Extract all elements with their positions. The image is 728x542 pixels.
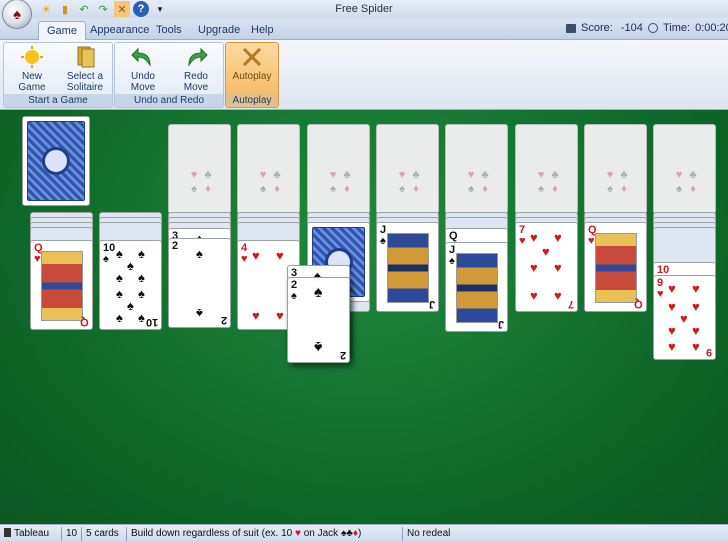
crossed-tools-icon	[242, 47, 262, 67]
group-start-game: New Game Select a Solitaire Start a Game	[3, 42, 113, 108]
card-nine-hearts[interactable]: 9 ♥ ♥ ♥ ♥ ♥ ♥ ♥ ♥ ♥ ♥ 9	[653, 275, 716, 360]
sun-icon	[21, 46, 43, 68]
jack-portrait	[387, 233, 429, 303]
score-display: Score: -104	[566, 22, 643, 34]
tab-help[interactable]: Help	[243, 21, 282, 40]
status-game-type: Tableau	[0, 526, 62, 541]
dragged-card-two-spades[interactable]: 2 ♠ ♠ ♠ 2	[287, 277, 350, 363]
foundation-slot[interactable]: ♥ ♣ ♠ ♦	[584, 124, 647, 214]
cards-icon	[77, 46, 95, 68]
window-title: Free Spider	[335, 3, 393, 15]
select-solitaire-label: Select a Solitaire	[66, 71, 104, 93]
card-jack-spades-2[interactable]: J ♠ J	[445, 242, 508, 332]
redo-move-label: Redo Move	[183, 71, 209, 93]
status-hint-pre: Build down regardless of suit (ex. 10	[131, 527, 293, 539]
card-seven-hearts[interactable]: 7 ♥ ♥ ♥ ♥ ♥ ♥ ♥ ♥ 7	[515, 222, 578, 312]
undo-move-button[interactable]: Undo Move	[117, 45, 169, 93]
status-count: 10	[62, 526, 82, 541]
autoplay-label: Autoplay	[232, 71, 272, 82]
foundation-slot[interactable]: ♥ ♣ ♠ ♦	[515, 124, 578, 214]
undo-move-label: Undo Move	[130, 71, 156, 93]
time-display: Time: 0:00:20	[648, 22, 728, 34]
status-game-label: Tableau	[14, 527, 50, 539]
foundation-slot[interactable]: ♥ ♣ ♠ ♦	[376, 124, 439, 214]
status-cards: 5 cards	[82, 526, 127, 541]
card-jack-spades[interactable]: J ♠ J	[376, 222, 439, 312]
queen-portrait	[595, 233, 637, 303]
foundation-slot[interactable]: ♥ ♣ ♠ ♦	[445, 124, 508, 214]
redo-arrow-icon	[188, 47, 208, 67]
score-label: Score:	[581, 22, 613, 34]
tableau-icon	[4, 528, 11, 538]
tab-appearance[interactable]: Appearance	[82, 21, 157, 40]
clock-icon	[648, 23, 658, 33]
new-game-label: New Game	[18, 71, 46, 93]
score-value: -104	[620, 22, 643, 34]
time-value: 0:00:20	[695, 22, 728, 34]
undo-arrow-icon	[131, 47, 151, 67]
status-hint-mid: on Jack	[303, 527, 339, 539]
autoplay-button[interactable]: Autoplay	[226, 45, 278, 82]
group-autoplay: Autoplay Autoplay	[225, 42, 279, 108]
tab-tools[interactable]: Tools	[148, 21, 190, 40]
group-autoplay-label: Autoplay	[226, 94, 278, 107]
card-ten-spades[interactable]: 10 ♠ ♠ ♠ ♠ ♠ ♠ ♠ ♠ ♠ ♠ ♠ 10	[99, 240, 162, 330]
foundation-slot[interactable]: ♥ ♣ ♠ ♦	[237, 124, 300, 214]
status-bar: Tableau 10 5 cards Build down regardless…	[0, 524, 728, 542]
foundation-slot[interactable]: ♥ ♣ ♠ ♦	[168, 124, 231, 214]
group-undo-label: Undo and Redo	[115, 94, 223, 107]
tab-upgrade[interactable]: Upgrade	[190, 21, 248, 40]
group-undo-redo: Undo Move Redo Move Undo and Redo	[114, 42, 224, 108]
group-start-label: Start a Game	[4, 94, 112, 107]
select-solitaire-button[interactable]: Select a Solitaire	[59, 45, 111, 93]
card-queen-hearts[interactable]: Q ♥ Q	[30, 240, 93, 330]
queen-portrait	[41, 251, 83, 321]
title-bar: ♠ ☀ ▮ ↶ ↷ ✕ ? ▾ Free Spider	[0, 0, 728, 29]
card-two-spades[interactable]: 2 ♠ ♠ 2	[168, 238, 231, 328]
new-game-button[interactable]: New Game	[6, 45, 58, 93]
heart-icon: ♥	[294, 527, 301, 539]
status-redeal: No redeal	[407, 527, 451, 539]
status-hint: Build down regardless of suit (ex. 10 ♥ …	[127, 526, 403, 541]
card-queen-hearts-2[interactable]: Q ♥ Q	[584, 222, 647, 312]
menu-bar: Game Appearance Tools Upgrade Help Score…	[0, 18, 728, 40]
score-icon	[566, 23, 576, 33]
foundation-slot[interactable]: ♥ ♣ ♠ ♦	[653, 124, 716, 214]
app-menu-button[interactable]: ♠	[2, 0, 32, 29]
ribbon: New Game Select a Solitaire Start a Game…	[0, 40, 728, 110]
foundation-slot[interactable]: ♥ ♣ ♠ ♦	[307, 124, 370, 214]
status-hint-post: )	[357, 527, 362, 539]
game-table: ♥ ♣ ♠ ♦ ♥ ♣ ♠ ♦ ♥ ♣ ♠ ♦ ♥ ♣ ♠ ♦ ♥ ♣ ♠ ♦ ♥ ♣ ♠ ♦ ♥ ♣ ♠ ♦ ♥ ♣ ♠ ♦ …	[0, 110, 728, 524]
time-label: Time:	[663, 22, 691, 34]
jack-portrait	[456, 253, 498, 323]
stock-pile[interactable]	[22, 116, 90, 206]
redo-move-button[interactable]: Redo Move	[170, 45, 222, 93]
tab-game[interactable]: Game	[38, 21, 86, 40]
